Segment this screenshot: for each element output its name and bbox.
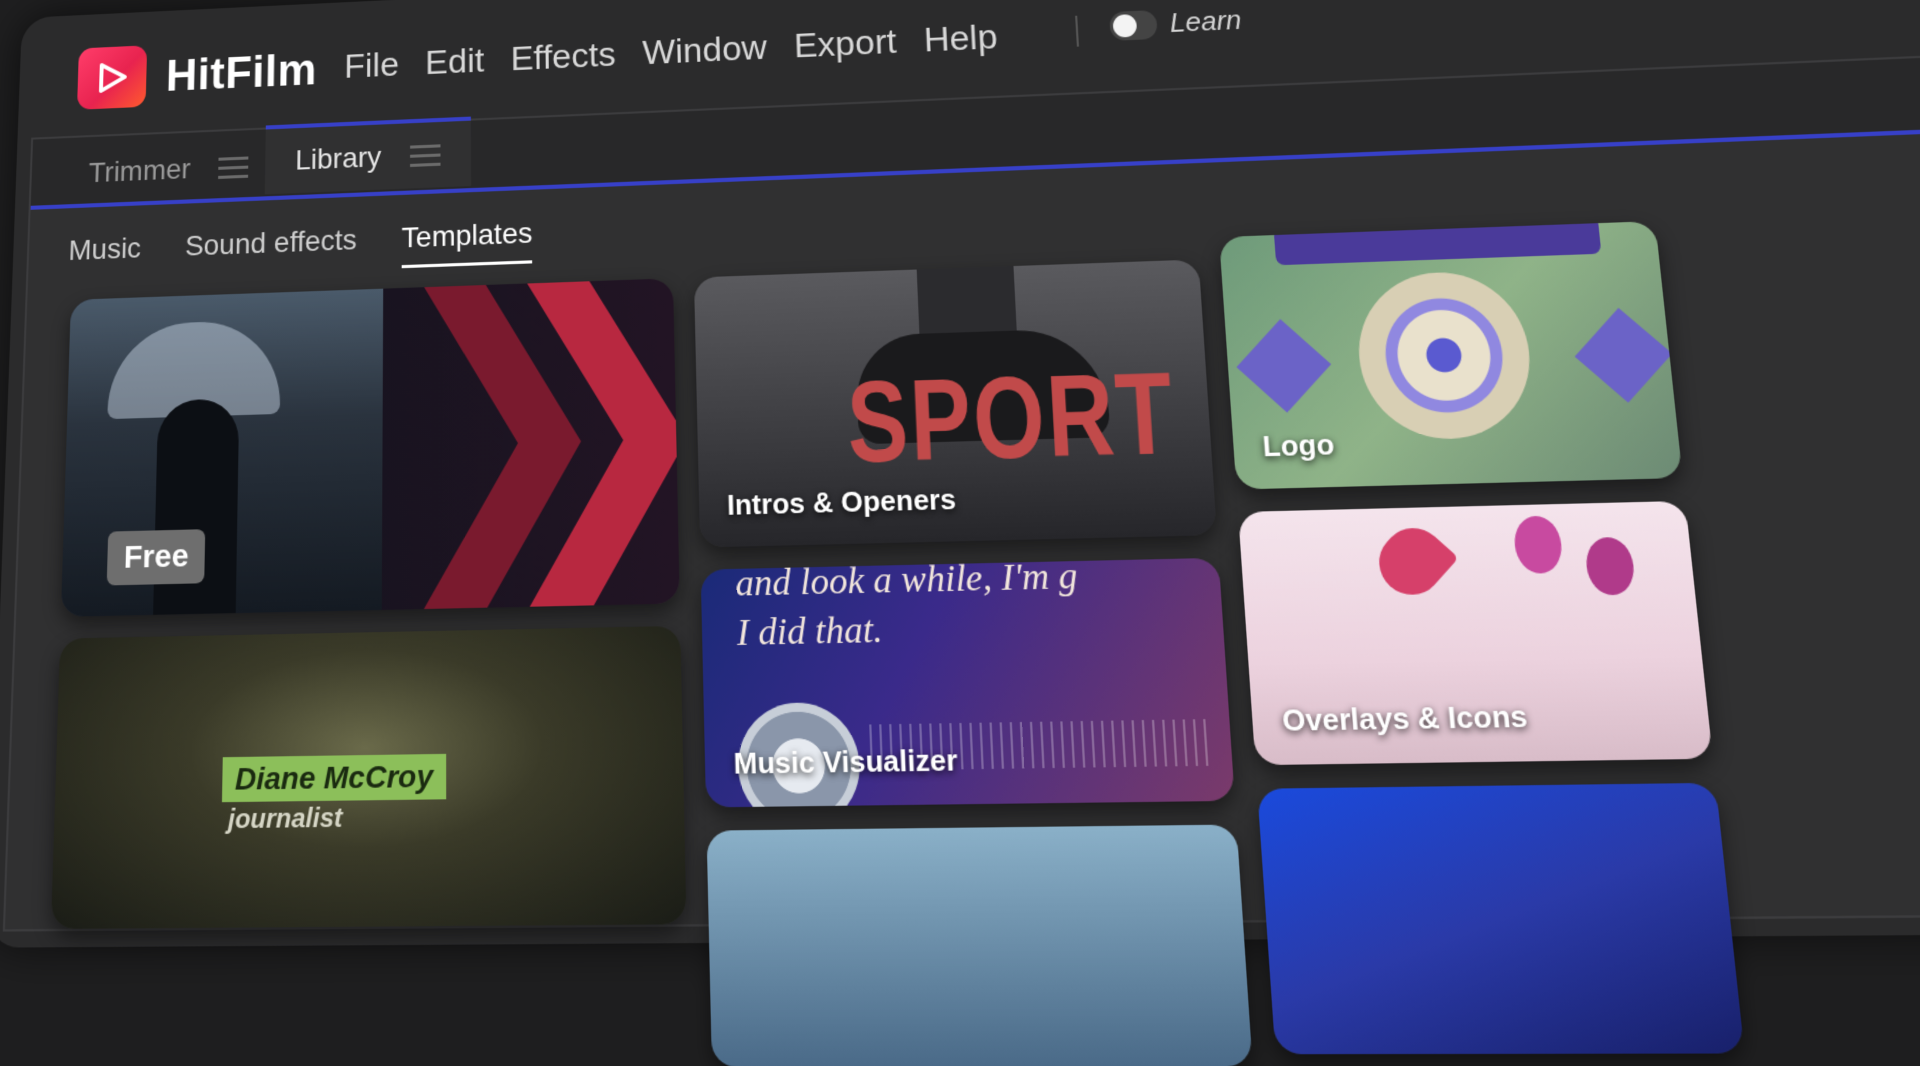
menu-effects[interactable]: Effects [510,35,616,79]
menu-file[interactable]: File [344,45,399,87]
tab-trimmer-label: Trimmer [88,152,191,189]
app-logo-icon [76,45,148,110]
hamburger-icon[interactable] [409,143,441,167]
menu-export[interactable]: Export [793,22,897,66]
tab-library[interactable]: Library [264,116,471,195]
lower-third-name: Diane McCroy [221,753,446,803]
diamond-graphic [1574,307,1673,403]
template-card-intros-openers[interactable]: SPORT Intros & Openers [693,259,1218,548]
diamond-graphic [1236,319,1332,413]
card-label: Intros & Openers [726,482,957,522]
template-card-overlays-icons[interactable]: Overlays & Icons [1238,500,1713,766]
sport-title-art: SPORT [845,348,1179,487]
app-name: HitFilm [165,45,318,101]
banner-graphic [1273,221,1602,266]
menu-help[interactable]: Help [923,17,999,60]
template-card-partial[interactable] [1257,782,1745,1055]
learn-toggle[interactable]: Learn [1109,4,1243,42]
lower-third-role: journalist [227,802,343,835]
stage: HitFilm File Edit Effects Window Export … [0,0,1920,1066]
heart-icon [1366,515,1459,608]
menu-divider [1075,15,1080,47]
library-category-tabs: Music Sound effects Templates [68,216,533,281]
balloon-graphic [1512,515,1564,574]
template-card-free[interactable]: Free [60,278,680,617]
template-card-lower-third[interactable]: Diane McCroy journalist [50,625,687,929]
free-badge: Free [106,529,206,586]
app-window: HitFilm File Edit Effects Window Export … [0,0,1920,1066]
card-label: Overlays & Icons [1280,698,1529,738]
tab-library-label: Library [295,140,382,176]
toggle-switch[interactable] [1109,9,1158,41]
quote-text: and look a while, I'm g I did that. [735,558,1082,659]
quote-line-main: I did that. [736,609,884,654]
template-card-logo[interactable]: Logo [1219,221,1683,490]
tab-sound-effects[interactable]: Sound effects [184,223,357,276]
toggle-knob [1112,13,1138,38]
library-panel: Trimmer Library Music Sound effects Temp… [2,49,1920,1066]
template-card-partial[interactable] [706,824,1253,1066]
quote-line-top: and look a while, I'm g [734,557,1079,605]
chevron-graphic [527,278,680,607]
tab-trimmer[interactable]: Trimmer [58,135,279,205]
menu-window[interactable]: Window [642,28,768,73]
template-card-music-visualizer[interactable]: and look a while, I'm g I did that. Musi… [700,557,1235,808]
eye-graphic [1352,269,1537,442]
card-label: Music Visualizer [733,742,959,781]
main-menu: File Edit Effects Window Export Help [344,17,998,86]
balloon-graphic [1583,536,1637,596]
card-label: Logo [1261,427,1336,464]
tab-templates[interactable]: Templates [401,216,533,269]
menu-edit[interactable]: Edit [425,41,484,83]
tab-music[interactable]: Music [68,232,141,281]
hamburger-icon[interactable] [218,155,249,179]
learn-label: Learn [1168,3,1243,39]
